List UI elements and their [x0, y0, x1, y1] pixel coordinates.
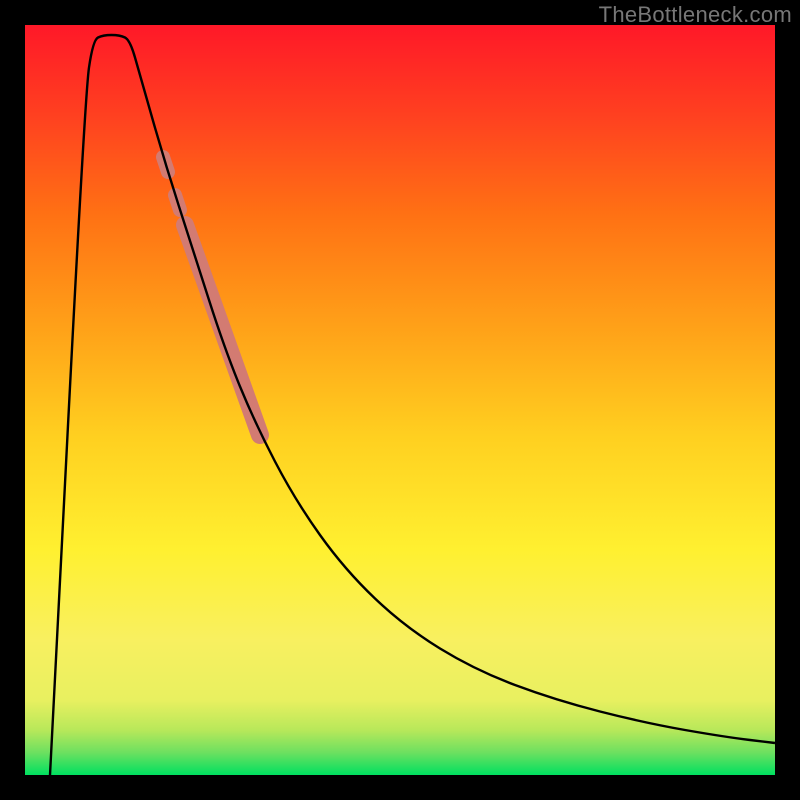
curve-layer — [25, 25, 775, 775]
watermark-text: TheBottleneck.com — [599, 2, 792, 28]
plot-area — [25, 25, 775, 775]
chart-frame: TheBottleneck.com — [0, 0, 800, 800]
bottleneck-curve — [50, 35, 775, 775]
